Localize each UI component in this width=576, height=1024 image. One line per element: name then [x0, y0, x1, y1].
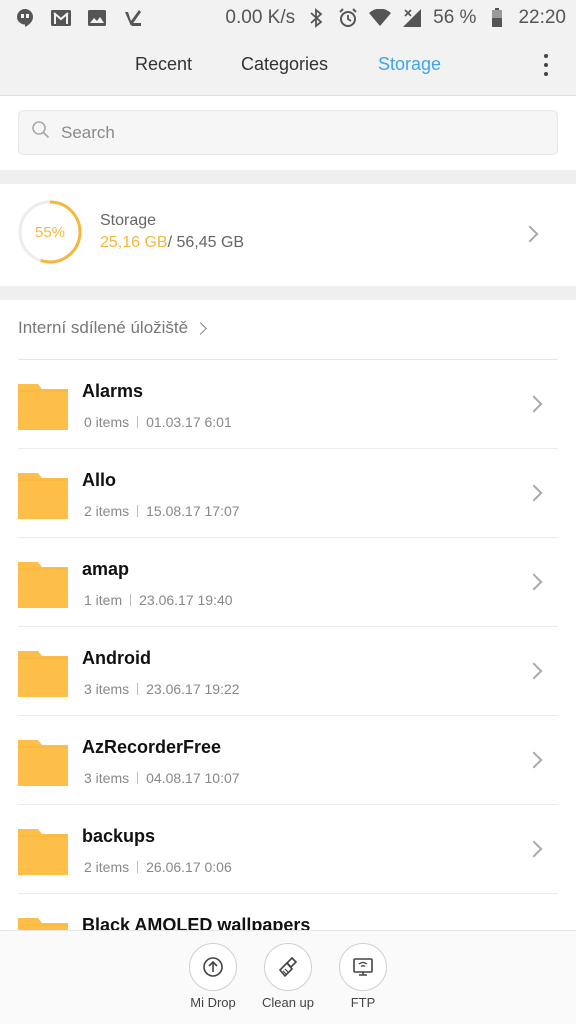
clean-up-button[interactable]: Clean up: [253, 943, 323, 1010]
storage-usage: 25,16 GB/ 56,45 GB: [100, 234, 244, 252]
tab-storage[interactable]: Storage: [378, 54, 441, 75]
folder-icon: [18, 473, 68, 519]
folder-date: 23.06.17 19:40: [139, 592, 233, 608]
folder-name: Alarms: [82, 381, 144, 401]
gmail-icon: [50, 7, 72, 29]
tab-categories[interactable]: Categories: [241, 54, 328, 75]
folder-date: 23.06.17 19:22: [146, 681, 240, 697]
hangouts-icon: [14, 7, 36, 29]
folder-icon: [18, 829, 68, 875]
folder-meta: 3 items 04.08.17 10:07: [84, 770, 240, 786]
meta-separator: [137, 861, 139, 873]
meta-separator: [137, 416, 139, 428]
more-options-icon[interactable]: [542, 54, 550, 76]
section-divider: [0, 286, 576, 300]
network-speed: 0.00 K/s: [225, 7, 296, 28]
broom-icon: [264, 943, 312, 991]
folder-date: 01.03.17 6:01: [146, 414, 232, 430]
chevron-right-icon: [525, 662, 543, 680]
chevron-right-icon: [525, 484, 543, 502]
folder-name: Android: [82, 648, 151, 668]
storage-total-value: / 56,45 GB: [167, 234, 245, 251]
folder-list: Alarms 0 items 01.03.17 6:01 Allo 2 items 15.…: [0, 360, 576, 983]
folder-row[interactable]: Allo 2 items 15.08.17 17:07: [18, 449, 558, 538]
wifi-icon: [369, 7, 392, 29]
folder-date: 04.08.17 10:07: [146, 770, 240, 786]
folder-name: AzRecorderFree: [82, 737, 222, 757]
ftp-label: FTP: [350, 995, 376, 1010]
tab-recent[interactable]: Recent: [135, 54, 192, 75]
folder-meta: 3 items 23.06.17 19:22: [84, 681, 240, 697]
battery-icon: [486, 7, 508, 29]
folder-icon: [18, 740, 68, 786]
clean-up-label: Clean up: [261, 995, 315, 1010]
chevron-right-icon: [525, 840, 543, 858]
folder-item-count: 1 item: [84, 592, 123, 608]
storage-used-value: 25,16 GB: [100, 234, 168, 251]
folder-row[interactable]: AzRecorderFree 3 items 04.08.17 10:07: [18, 716, 558, 805]
folder-row[interactable]: amap 1 item 23.06.17 19:40: [18, 538, 558, 627]
meta-separator: [137, 505, 139, 517]
breadcrumb[interactable]: Interní sdílené úložiště: [18, 318, 207, 338]
chevron-right-icon: [194, 321, 207, 335]
gallery-icon: [86, 7, 108, 29]
folder-item-count: 3 items: [84, 770, 130, 786]
battery-percent: 56 %: [433, 7, 477, 28]
folder-icon: [18, 384, 68, 430]
ftp-icon: [339, 943, 387, 991]
folder-meta: 2 items 26.06.17 0:06: [84, 859, 232, 875]
status-bar: 0.00 K/s 56 % 22:20: [0, 0, 576, 36]
chevron-right-icon: [525, 751, 543, 769]
bluetooth-icon: [305, 7, 327, 29]
search-icon: [31, 120, 51, 145]
folder-item-count: 2 items: [84, 503, 130, 519]
folder-meta: 2 items 15.08.17 17:07: [84, 503, 240, 519]
storage-percent: 55%: [34, 223, 66, 241]
mi-drop-label: Mi Drop: [190, 995, 236, 1010]
bottom-action-bar: Mi Drop Clean up FTP: [0, 930, 576, 1024]
meta-separator: [137, 772, 139, 784]
folder-row[interactable]: Android 3 items 23.06.17 19:22: [18, 627, 558, 716]
folder-date: 26.06.17 0:06: [146, 859, 232, 875]
search-input[interactable]: [61, 122, 521, 143]
upload-icon: [189, 943, 237, 991]
chevron-right-icon: [521, 225, 539, 243]
folder-row[interactable]: Alarms 0 items 01.03.17 6:01: [18, 360, 558, 449]
folder-meta: 1 item 23.06.17 19:40: [84, 592, 233, 608]
folder-icon: [18, 651, 68, 697]
tasks-icon: [122, 7, 144, 29]
folder-date: 15.08.17 17:07: [146, 503, 240, 519]
folder-meta: 0 items 01.03.17 6:01: [84, 414, 232, 430]
mi-drop-button[interactable]: Mi Drop: [178, 943, 248, 1010]
breadcrumb-label: Interní sdílené úložiště: [18, 318, 189, 337]
storage-title: Storage: [100, 212, 157, 229]
folder-name: amap: [82, 559, 130, 579]
chevron-right-icon: [525, 395, 543, 413]
chevron-right-icon: [525, 573, 543, 591]
ftp-button[interactable]: FTP: [328, 943, 398, 1010]
folder-icon: [18, 562, 68, 608]
signal-icon: [401, 7, 423, 29]
search-box[interactable]: [18, 110, 558, 155]
clock: 22:20: [518, 7, 566, 28]
meta-separator: [137, 683, 139, 695]
folder-item-count: 0 items: [84, 414, 130, 430]
alarm-icon: [337, 7, 359, 29]
folder-name: Allo: [82, 470, 116, 490]
folder-item-count: 2 items: [84, 859, 130, 875]
storage-card[interactable]: 55% Storage 25,16 GB/ 56,45 GB: [0, 184, 576, 286]
folder-name: backups: [82, 826, 156, 846]
tab-bar: Recent Categories Storage: [0, 36, 576, 96]
folder-item-count: 3 items: [84, 681, 130, 697]
folder-row[interactable]: backups 2 items 26.06.17 0:06: [18, 805, 558, 894]
meta-separator: [130, 594, 132, 606]
section-divider: [0, 170, 576, 184]
